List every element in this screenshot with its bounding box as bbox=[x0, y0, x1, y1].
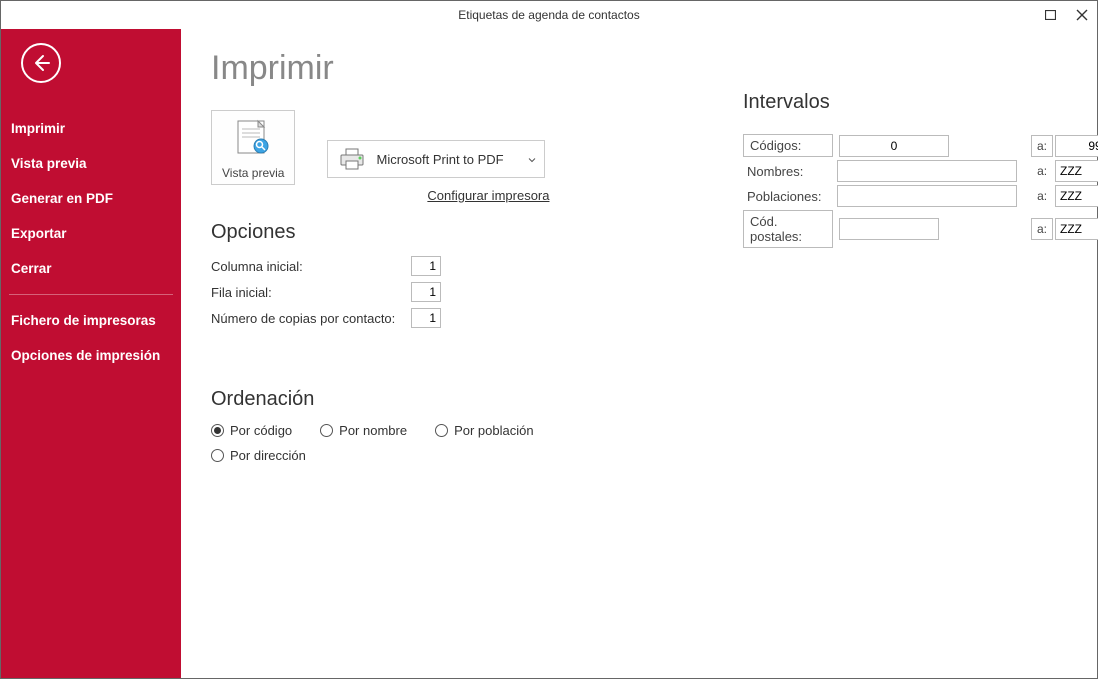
radio-label: Por código bbox=[230, 423, 292, 438]
interval-postales-from[interactable] bbox=[839, 218, 939, 240]
preview-button[interactable]: Vista previa bbox=[211, 110, 295, 185]
interval-label-nombres: Nombres: bbox=[743, 164, 837, 179]
printer-dropdown[interactable]: Microsoft Print to PDF bbox=[327, 140, 545, 178]
radio-icon bbox=[211, 449, 224, 462]
printer-selected-label: Microsoft Print to PDF bbox=[376, 152, 503, 167]
radio-por-codigo[interactable]: Por código bbox=[211, 423, 292, 438]
interval-poblaciones-to[interactable] bbox=[1055, 185, 1098, 207]
maximize-icon[interactable] bbox=[1039, 4, 1061, 26]
option-label-col-inicial: Columna inicial: bbox=[211, 259, 411, 274]
interval-label-cod-postales: Cód. postales: bbox=[743, 210, 833, 248]
interval-label-codigos: Códigos: bbox=[743, 134, 833, 157]
document-preview-icon bbox=[232, 119, 274, 159]
configure-printer-link[interactable]: Configurar impresora bbox=[327, 188, 549, 203]
sidebar-item-vista-previa[interactable]: Vista previa bbox=[1, 146, 181, 181]
option-input-col-inicial[interactable] bbox=[411, 256, 441, 276]
intervals-title: Intervalos bbox=[743, 91, 1098, 114]
radio-icon bbox=[435, 424, 448, 437]
radio-icon bbox=[320, 424, 333, 437]
window-title: Etiquetas de agenda de contactos bbox=[458, 8, 639, 22]
radio-por-direccion[interactable]: Por dirección bbox=[211, 448, 306, 463]
chevron-down-icon bbox=[528, 152, 536, 167]
sidebar-item-exportar[interactable]: Exportar bbox=[1, 216, 181, 251]
sidebar-item-opciones-impresion[interactable]: Opciones de impresión bbox=[1, 338, 181, 373]
intervals-panel: Intervalos Códigos: a: Nombres: a: Pobla… bbox=[743, 91, 1098, 251]
sidebar-item-imprimir[interactable]: Imprimir bbox=[1, 111, 181, 146]
option-input-copias[interactable] bbox=[411, 308, 441, 328]
option-label-copias: Número de copias por contacto: bbox=[211, 311, 411, 326]
radio-label: Por población bbox=[454, 423, 534, 438]
interval-codigos-to[interactable] bbox=[1055, 135, 1098, 157]
close-icon[interactable] bbox=[1071, 4, 1093, 26]
sidebar: Imprimir Vista previa Generar en PDF Exp… bbox=[1, 29, 181, 678]
interval-a-label: a: bbox=[1031, 164, 1053, 178]
option-input-fila-inicial[interactable] bbox=[411, 282, 441, 302]
option-label-fila-inicial: Fila inicial: bbox=[211, 285, 411, 300]
back-button[interactable] bbox=[21, 43, 61, 83]
interval-nombres-from[interactable] bbox=[837, 160, 1017, 182]
interval-a-label: a: bbox=[1031, 218, 1053, 240]
radio-icon bbox=[211, 424, 224, 437]
interval-nombres-to[interactable] bbox=[1055, 160, 1098, 182]
ordering-title: Ordenación bbox=[211, 388, 1067, 411]
titlebar: Etiquetas de agenda de contactos bbox=[1, 1, 1097, 29]
sidebar-divider bbox=[9, 294, 173, 295]
interval-a-label: a: bbox=[1031, 135, 1053, 157]
sidebar-item-cerrar[interactable]: Cerrar bbox=[1, 251, 181, 286]
interval-postales-to[interactable] bbox=[1055, 218, 1098, 240]
content-area: Imprimir Vista previa bbox=[181, 29, 1097, 678]
sidebar-item-fichero-impresoras[interactable]: Fichero de impresoras bbox=[1, 303, 181, 338]
radio-por-nombre[interactable]: Por nombre bbox=[320, 423, 407, 438]
radio-label: Por nombre bbox=[339, 423, 407, 438]
printer-icon bbox=[338, 147, 366, 171]
radio-label: Por dirección bbox=[230, 448, 306, 463]
radio-por-poblacion[interactable]: Por población bbox=[435, 423, 534, 438]
interval-poblaciones-from[interactable] bbox=[837, 185, 1017, 207]
interval-label-poblaciones: Poblaciones: bbox=[743, 189, 837, 204]
preview-button-label: Vista previa bbox=[222, 166, 284, 180]
page-title: Imprimir bbox=[211, 49, 1067, 88]
sidebar-item-generar-pdf[interactable]: Generar en PDF bbox=[1, 181, 181, 216]
interval-codigos-from[interactable] bbox=[839, 135, 949, 157]
interval-a-label: a: bbox=[1031, 189, 1053, 203]
